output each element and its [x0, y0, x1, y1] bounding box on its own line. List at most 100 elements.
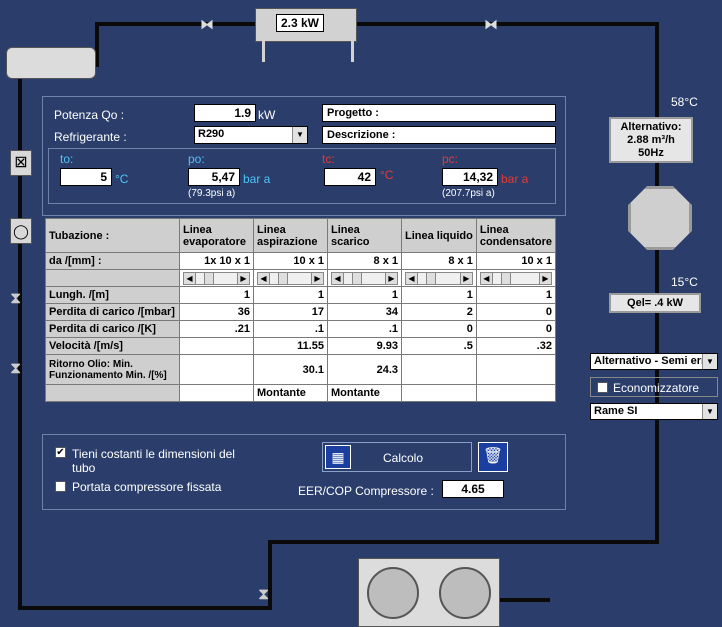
descrizione-field[interactable]: Descrizione :	[322, 126, 556, 144]
expansion-valve-icon: ⧗	[258, 586, 270, 603]
chevron-down-icon[interactable]: ▼	[292, 127, 307, 143]
compressor-icon	[628, 186, 692, 250]
eer-value: 4.65	[442, 480, 504, 498]
economizer-label: Economizzatore	[613, 381, 700, 395]
pipe-material-select[interactable]: Rame SI ▼	[590, 403, 718, 420]
economizer-checkbox[interactable]	[597, 382, 608, 393]
to-label: to:	[60, 152, 74, 166]
filter-drier-icon: ⊠	[10, 150, 32, 176]
table-cell: 34	[327, 303, 402, 321]
table-cell	[475, 354, 556, 385]
table-cell: 10 x 1	[475, 252, 556, 270]
row-label: Ritorno Olio: Min. Funzionamento Min. /[…	[45, 354, 180, 385]
pipe-material-value: Rame SI	[594, 405, 638, 417]
refrigerante-label: Refrigerante :	[54, 130, 127, 144]
pc-input[interactable]: 14,32	[442, 168, 498, 186]
table-row: Perdita di carico /[mbar] 36 17 34 2 0	[45, 303, 556, 321]
table-cell[interactable]: 1	[475, 286, 556, 304]
to-input[interactable]: 5	[60, 168, 112, 186]
pc-label: pc:	[442, 152, 459, 166]
arrow-right-icon[interactable]: ▶	[459, 272, 472, 284]
table-cell: 0	[475, 303, 556, 321]
compressor-frequency-text: 50Hz	[638, 147, 664, 159]
calcolo-label: Calcolo	[383, 451, 424, 465]
scroll-thumb[interactable]	[426, 272, 436, 284]
table-header: Linea scarico	[327, 218, 402, 253]
expansion-valve-icon: ⧗	[10, 360, 22, 377]
table-cell: 17	[253, 303, 328, 321]
portata-fissata-label: Portata compressore fissata	[72, 480, 222, 494]
progetto-field[interactable]: Progetto :	[322, 104, 556, 122]
diameter-scrollbar[interactable]: ◀ ▶	[475, 269, 556, 287]
arrow-right-icon[interactable]: ▶	[385, 272, 397, 284]
condenser-legs	[262, 40, 354, 62]
arrow-left-icon[interactable]: ◀	[258, 272, 270, 284]
discharge-temp: 58°C	[671, 95, 698, 109]
arrow-right-icon[interactable]: ▶	[311, 272, 323, 284]
table-cell: .1	[327, 320, 402, 338]
fan-icon	[439, 567, 491, 619]
potenza-unit: kW	[258, 108, 276, 122]
refrigerant-value: R290	[198, 128, 225, 140]
table-cell: .21	[179, 320, 254, 338]
po-psi: (79.3psi a)	[188, 188, 236, 199]
calcolo-button[interactable]: ▦ Calcolo	[322, 442, 472, 472]
table-cell[interactable]: 1	[253, 286, 328, 304]
table-cell	[179, 337, 254, 355]
tc-label: tc:	[322, 152, 335, 166]
scroll-thumb[interactable]	[500, 272, 511, 284]
arrow-right-icon[interactable]: ▶	[237, 272, 249, 284]
pc-psi: (207.7psi a)	[442, 188, 495, 199]
arrow-left-icon[interactable]: ◀	[480, 272, 493, 284]
table-cell: 36	[179, 303, 254, 321]
scroll-thumb[interactable]	[278, 272, 288, 284]
scroll-thumb[interactable]	[204, 272, 214, 284]
table-row: ◀ ▶ ◀ ▶ ◀ ▶ ◀ ▶ ◀ ▶	[45, 269, 556, 287]
diameter-scrollbar[interactable]: ◀ ▶	[401, 269, 477, 287]
tc-input[interactable]: 42	[324, 168, 376, 186]
economizer-toggle[interactable]: Economizzatore	[590, 377, 718, 397]
liquid-receiver	[6, 47, 96, 79]
table-cell: Montante	[253, 384, 328, 402]
arrow-left-icon[interactable]: ◀	[184, 272, 196, 284]
condenser-power-badge: 2.3 kW	[276, 14, 324, 32]
table-cell: 0	[401, 320, 477, 338]
table-cell[interactable]: 1	[179, 286, 254, 304]
row-label: Perdita di carico /[mbar]	[45, 303, 180, 321]
trash-icon[interactable]: 🗑	[478, 442, 508, 472]
arrow-left-icon[interactable]: ◀	[406, 272, 418, 284]
table-row: da /[mm] : 1x 10 x 1 10 x 1 8 x 1 8 x 1 …	[45, 252, 556, 270]
chevron-down-icon[interactable]: ▼	[702, 404, 717, 419]
table-cell: 24.3	[327, 354, 402, 385]
suction-temp: 15°C	[671, 275, 698, 289]
tc-unit: °C	[380, 168, 394, 182]
chevron-down-icon[interactable]: ▼	[702, 354, 717, 369]
arrow-left-icon[interactable]: ◀	[332, 272, 344, 284]
refrigerant-select[interactable]: R290 ▼	[194, 126, 308, 144]
compressor-info-box: Alternativo: 2.88 m³/h 50Hz	[609, 117, 693, 163]
diameter-scrollbar[interactable]: ◀ ▶	[327, 269, 402, 287]
potenza-input[interactable]: 1.9	[194, 104, 256, 122]
eer-label: EER/COP Compressore :	[298, 484, 434, 498]
po-input[interactable]: 5,47	[188, 168, 240, 186]
compressor-type-select[interactable]: Alternativo - Semi ermetico ▼	[590, 353, 718, 370]
table-cell	[475, 384, 556, 402]
arrow-right-icon[interactable]: ▶	[538, 272, 551, 284]
row-label: Lungh. /[m]	[45, 286, 180, 304]
diameter-scrollbar[interactable]: ◀ ▶	[253, 269, 328, 287]
diameter-scrollbar[interactable]: ◀ ▶	[179, 269, 254, 287]
table-cell: 8 x 1	[327, 252, 402, 270]
compressor-type-text: Alternativo:	[620, 121, 682, 133]
portata-fissata-checkbox[interactable]	[55, 481, 66, 492]
table-cell: .5	[401, 337, 477, 355]
row-label	[45, 269, 180, 287]
table-header: Linea condensatore	[475, 218, 556, 253]
scroll-thumb[interactable]	[352, 272, 362, 284]
table-cell[interactable]: 1	[327, 286, 402, 304]
pipe-bottom	[270, 540, 659, 544]
tieni-costanti-checkbox[interactable]: ✔	[55, 447, 66, 458]
table-header: Linea liquido	[401, 218, 477, 253]
table-row: Perdita di carico /[K] .21 .1 .1 0 0	[45, 320, 556, 338]
table-cell[interactable]: 1	[401, 286, 477, 304]
solenoid-valve-icon: ⧗	[10, 290, 22, 307]
